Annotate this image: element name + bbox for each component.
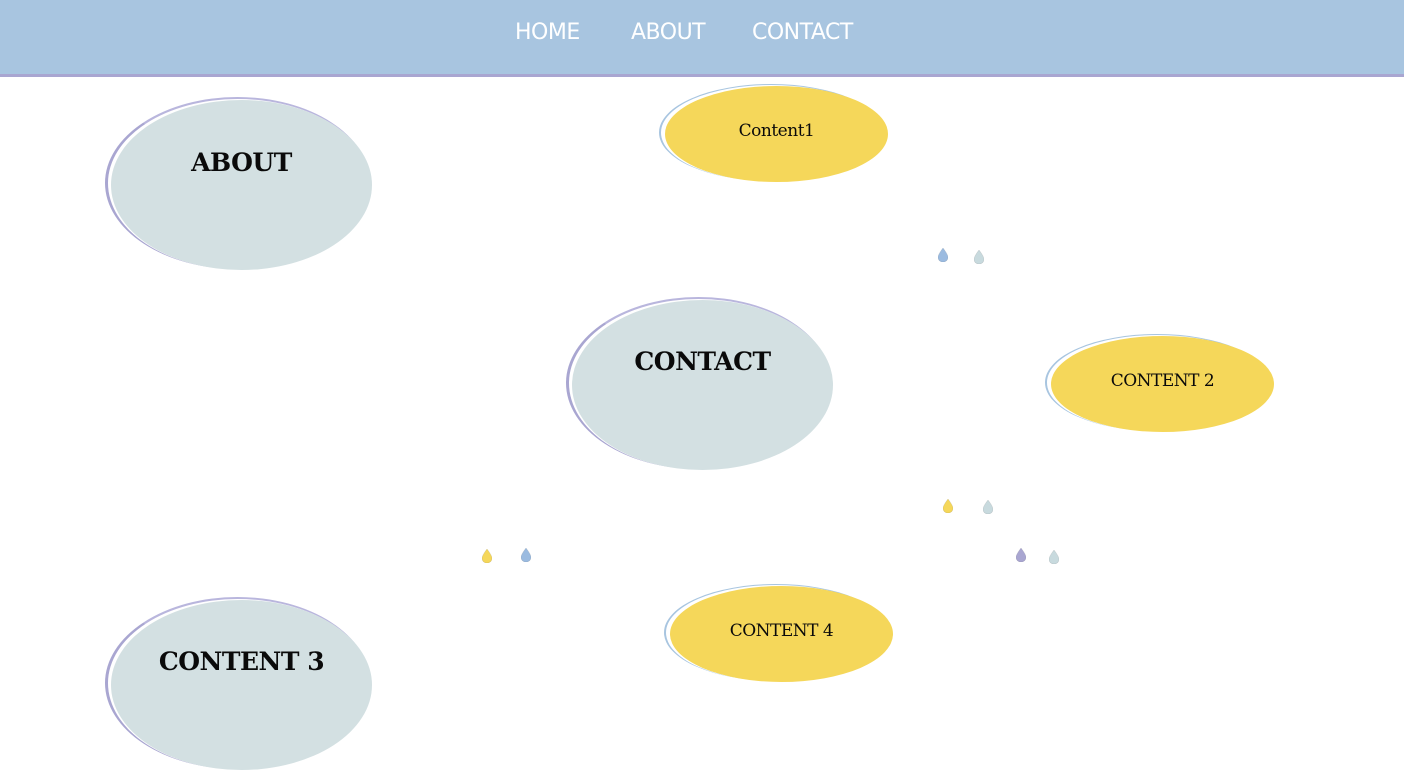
content4-section[interactable]: CONTENT 4 xyxy=(670,586,893,682)
drop-shape xyxy=(943,499,953,513)
content2-section[interactable]: CONTENT 2 xyxy=(1051,336,1274,432)
drop-icon xyxy=(1016,548,1026,562)
contact-heading: CONTACT xyxy=(634,347,771,376)
drop-icon xyxy=(521,548,531,562)
nav-links: HOME ABOUT CONTACT xyxy=(0,0,1404,74)
drop-icon xyxy=(1049,550,1059,564)
content1-heading: Content1 xyxy=(738,121,815,141)
content3-heading: CONTENT 3 xyxy=(158,647,325,676)
drop-shape xyxy=(1016,548,1026,562)
drop-icon xyxy=(482,549,492,563)
nav-bar: HOME ABOUT CONTACT xyxy=(0,0,1404,77)
drop-shape xyxy=(482,549,492,563)
contact-section[interactable]: CONTACT xyxy=(572,300,833,470)
drop-icon xyxy=(943,499,953,513)
drop-shape xyxy=(983,500,993,514)
drop-shape xyxy=(1049,550,1059,564)
drop-icon xyxy=(983,500,993,514)
content4-heading: CONTENT 4 xyxy=(729,621,834,641)
about-section[interactable]: ABOUT xyxy=(111,100,372,270)
nav-link-contact[interactable]: CONTACT xyxy=(752,20,853,45)
drop-shape xyxy=(521,548,531,562)
drop-shape xyxy=(938,248,948,262)
drop-icon xyxy=(938,248,948,262)
content1-section[interactable]: Content1 xyxy=(665,86,888,182)
drop-icon xyxy=(974,250,984,264)
drop-shape xyxy=(974,250,984,264)
nav-link-home[interactable]: HOME xyxy=(515,20,580,45)
content2-heading: CONTENT 2 xyxy=(1110,371,1215,391)
nav-link-about[interactable]: ABOUT xyxy=(631,20,706,45)
about-heading: ABOUT xyxy=(191,148,292,177)
content3-section[interactable]: CONTENT 3 xyxy=(111,600,372,770)
